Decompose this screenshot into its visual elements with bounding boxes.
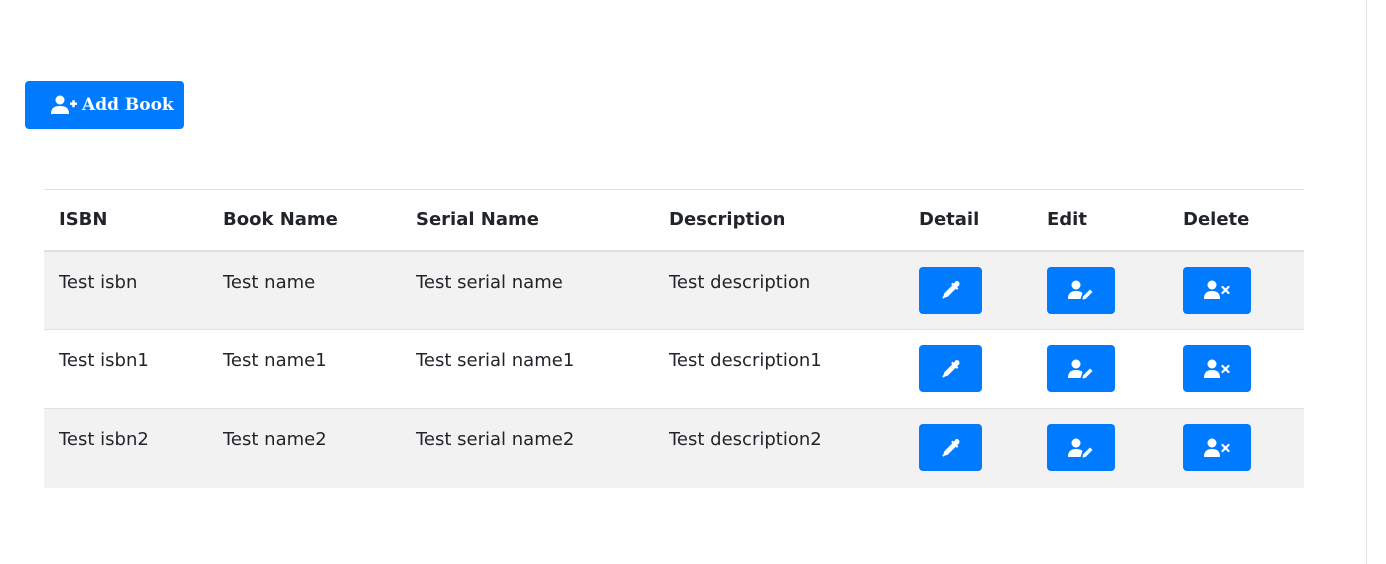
delete-button[interactable] [1183,266,1251,314]
cell-edit [1032,330,1168,409]
cell-book-name: Test name2 [223,429,327,450]
column-header-book-name: Book Name [223,209,338,231]
cell-description: Test description [669,271,811,293]
cell-isbn: Test isbn1 [59,350,149,371]
delete-button[interactable] [1183,345,1251,392]
user-edit-icon [1068,438,1094,458]
cell-description: Test description1 [669,350,822,371]
detail-button[interactable] [919,424,982,471]
table-row: Test isbn Test name Test serial name Tes… [44,250,1304,330]
add-book-label: Add Book [82,95,174,115]
user-times-icon [1204,438,1230,458]
column-header-detail: Detail [919,209,980,231]
table-row: Test isbn1 Test name1 Test serial name1 … [44,329,1304,409]
page-scrollbar-edge [1366,0,1367,564]
cell-detail [904,330,1032,409]
table-body: Test isbn Test name Test serial name Tes… [44,250,1304,488]
eyedropper-icon [941,280,961,300]
cell-edit [1032,409,1168,488]
edit-button[interactable] [1047,266,1115,314]
table-header: ISBN Book Name Serial Name Description D… [44,189,1304,251]
cell-detail [904,251,1032,330]
books-table-container: ISBN Book Name Serial Name Description D… [44,189,1304,488]
books-table: ISBN Book Name Serial Name Description D… [44,189,1304,488]
add-book-button[interactable]: Add Book [25,81,184,129]
cell-delete [1168,330,1304,409]
column-header-delete: Delete [1183,209,1250,231]
user-edit-icon [1068,359,1094,379]
cell-serial-name: Test serial name2 [416,429,575,450]
cell-book-name: Test name1 [223,350,327,371]
detail-button[interactable] [919,266,982,314]
edit-button[interactable] [1047,345,1115,392]
column-header-description: Description [669,209,786,231]
cell-detail [904,409,1032,488]
delete-button[interactable] [1183,424,1251,471]
user-edit-icon [1068,280,1094,300]
cell-serial-name: Test serial name1 [416,350,575,371]
cell-book-name: Test name [223,271,316,293]
user-plus-icon [51,95,77,115]
user-times-icon [1204,359,1230,379]
user-times-icon [1204,280,1230,300]
eyedropper-icon [941,359,961,379]
cell-serial-name: Test serial name [416,271,563,293]
cell-isbn: Test isbn [59,271,138,293]
edit-button[interactable] [1047,424,1115,471]
detail-button[interactable] [919,345,982,392]
header-row: ISBN Book Name Serial Name Description D… [44,189,1304,251]
cell-delete [1168,409,1304,488]
cell-isbn: Test isbn2 [59,429,149,450]
cell-description: Test description2 [669,429,822,450]
cell-edit [1032,251,1168,330]
eyedropper-icon [941,438,961,458]
column-header-serial-name: Serial Name [416,209,539,231]
table-row: Test isbn2 Test name2 Test serial name2 … [44,408,1304,488]
column-header-isbn: ISBN [59,209,108,231]
cell-delete [1168,251,1304,330]
column-header-edit: Edit [1047,209,1087,231]
